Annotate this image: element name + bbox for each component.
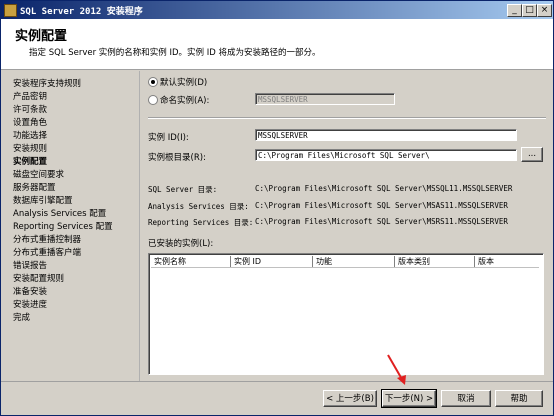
sidebar-item-support-rules[interactable]: 安装程序支持规则 (13, 77, 81, 89)
named-instance-label[interactable]: 命名实例(A): (160, 94, 209, 106)
named-instance-radio[interactable] (148, 95, 158, 105)
sql-dir-label: SQL Server 目录: (148, 185, 218, 194)
sidebar-item-feature-selection[interactable]: 功能选择 (13, 129, 47, 141)
page-title: 实例配置 (15, 29, 68, 44)
installed-instances-label: 已安装的实例(L): (148, 239, 214, 249)
title-bar[interactable]: SQL Server 2012 安装程序 _ □ × (1, 1, 553, 19)
column-header[interactable]: 功能 (313, 256, 395, 267)
sidebar-item-product-key[interactable]: 产品密钥 (13, 90, 47, 102)
sidebar-item-reporting-services[interactable]: Reporting Services 配置 (13, 220, 113, 232)
annotation-arrow-icon (387, 354, 406, 385)
as-dir-label: Analysis Services 目录: (148, 202, 249, 211)
sidebar-item-error-reporting[interactable]: 错误报告 (13, 259, 47, 271)
default-instance-label[interactable]: 默认实例(D) (160, 76, 207, 88)
sidebar-item-disk-space[interactable]: 磁盘空间要求 (13, 168, 64, 180)
close-button[interactable]: × (537, 4, 552, 17)
browse-button[interactable]: ... (521, 147, 543, 162)
column-header[interactable]: 实例 ID (231, 256, 313, 267)
main-panel: 默认实例(D) 命名实例(A): MSSQLSERVER 实例 ID(I): M… (140, 71, 553, 381)
named-instance-input[interactable]: MSSQLSERVER (255, 93, 395, 105)
back-button[interactable]: < 上一步(B) (323, 390, 377, 407)
instance-root-label: 实例根目录(R): (148, 153, 206, 163)
next-button[interactable]: 下一步(N) > (381, 389, 437, 408)
sidebar-item-db-engine[interactable]: 数据库引擎配置 (13, 194, 73, 206)
page-header: 实例配置 指定 SQL Server 实例的名称和实例 ID。实例 ID 将成为… (1, 19, 553, 70)
sidebar-item-ready[interactable]: 准备安装 (13, 285, 47, 297)
page-subtitle: 指定 SQL Server 实例的名称和实例 ID。实例 ID 将成为安装路径的… (29, 48, 321, 58)
default-instance-radio[interactable] (148, 77, 158, 87)
footer-bar: < 上一步(B) 下一步(N) > 取消 帮助 (1, 381, 553, 416)
window-title: SQL Server 2012 安装程序 (20, 7, 143, 17)
sidebar-item-server-config[interactable]: 服务器配置 (13, 181, 56, 193)
sidebar-item-progress[interactable]: 安装进度 (13, 298, 47, 310)
installed-instances-table[interactable]: 实例名称 实例 ID 功能 版本类别 版本 (148, 253, 544, 375)
help-button[interactable]: 帮助 (495, 390, 543, 407)
installer-window: SQL Server 2012 安装程序 _ □ × 实例配置 指定 SQL S… (0, 0, 554, 416)
column-header[interactable]: 版本类别 (395, 256, 475, 267)
maximize-button[interactable]: □ (522, 4, 537, 17)
column-header[interactable]: 版本 (475, 256, 539, 267)
sidebar-item-replay-controller[interactable]: 分布式重播控制器 (13, 233, 81, 245)
rs-dir-value: C:\Program Files\Microsoft SQL Server\MS… (255, 217, 508, 226)
instance-id-input[interactable]: MSSQLSERVER (255, 129, 517, 141)
cancel-button[interactable]: 取消 (441, 390, 491, 407)
sidebar-item-instance-config[interactable]: 实例配置 (13, 155, 47, 167)
sidebar-item-install-rules[interactable]: 安装规则 (13, 142, 47, 154)
instance-root-input[interactable]: C:\Program Files\Microsoft SQL Server\ (255, 149, 517, 161)
instance-id-label: 实例 ID(I): (148, 133, 189, 143)
app-icon (4, 4, 17, 17)
column-header[interactable]: 实例名称 (151, 256, 231, 267)
sidebar-item-license[interactable]: 许可条款 (13, 103, 47, 115)
sidebar-steps: 安装程序支持规则 产品密钥 许可条款 设置角色 功能选择 安装规则 实例配置 磁… (1, 71, 140, 381)
header-divider (151, 267, 539, 268)
sidebar-item-complete[interactable]: 完成 (13, 311, 30, 323)
sidebar-item-setup-role[interactable]: 设置角色 (13, 116, 47, 128)
sidebar-item-replay-client[interactable]: 分布式重播客户端 (13, 246, 81, 258)
rs-dir-label: Reporting Services 目录: (148, 218, 254, 227)
sidebar-item-analysis-services[interactable]: Analysis Services 配置 (13, 207, 106, 219)
sidebar-item-config-rules[interactable]: 安装配置规则 (13, 272, 64, 284)
sql-dir-value: C:\Program Files\Microsoft SQL Server\MS… (255, 184, 513, 193)
as-dir-value: C:\Program Files\Microsoft SQL Server\MS… (255, 201, 508, 210)
divider (148, 117, 546, 119)
minimize-button[interactable]: _ (507, 4, 522, 17)
